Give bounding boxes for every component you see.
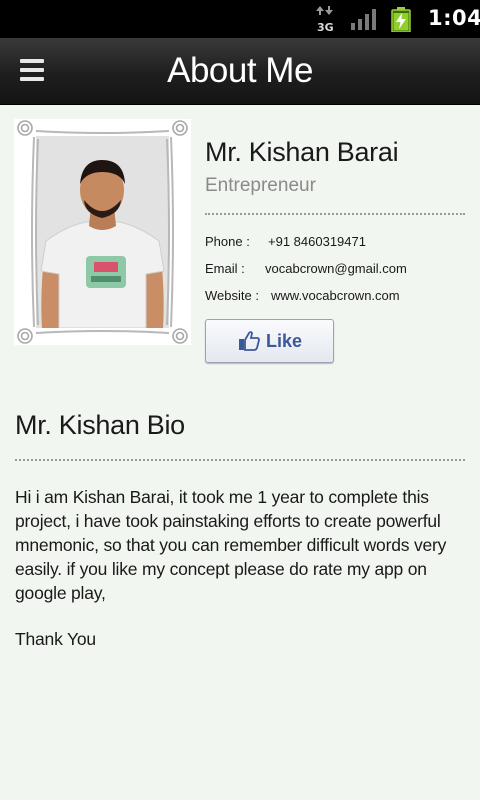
bio-title: Mr. Kishan Bio [15, 410, 185, 440]
clock: 1:04 [428, 6, 480, 30]
email-label: Email : [205, 261, 245, 276]
phone-row: Phone : +91 8460319471 [205, 234, 366, 249]
menu-icon[interactable] [20, 59, 44, 81]
email-value[interactable]: vocabcrown@gmail.com [265, 261, 407, 276]
profile-name: Mr. Kishan Barai [205, 137, 399, 167]
bio-text: Hi i am Kishan Barai, it took me 1 year … [15, 487, 447, 603]
phone-value[interactable]: +91 8460319471 [268, 234, 366, 249]
like-button[interactable]: Like [205, 319, 334, 363]
website-label: Website : [205, 288, 259, 303]
status-bar: 3G 1:04 [0, 0, 480, 38]
data-arrows-icon: 3G [316, 6, 334, 32]
like-label: Like [266, 331, 303, 351]
bio-thanks: Thank You [15, 629, 96, 649]
network-type-label: 3G [317, 21, 334, 32]
action-bar: About Me [0, 38, 480, 105]
ornamental-frame [17, 120, 188, 344]
bio-divider [15, 459, 465, 461]
page-title: About Me [167, 51, 313, 90]
profile-profession: Entrepreneur [205, 175, 316, 196]
battery-charging-icon [391, 7, 411, 32]
profile-divider [205, 213, 465, 215]
email-row: Email : vocabcrown@gmail.com [205, 261, 407, 276]
website-row: Website : www.vocabcrown.com [205, 288, 400, 303]
profile-photo-frame [14, 119, 191, 345]
thumbs-up-icon [239, 331, 260, 351]
website-value[interactable]: www.vocabcrown.com [271, 288, 400, 303]
phone-label: Phone : [205, 234, 250, 249]
signal-icon [351, 9, 376, 30]
